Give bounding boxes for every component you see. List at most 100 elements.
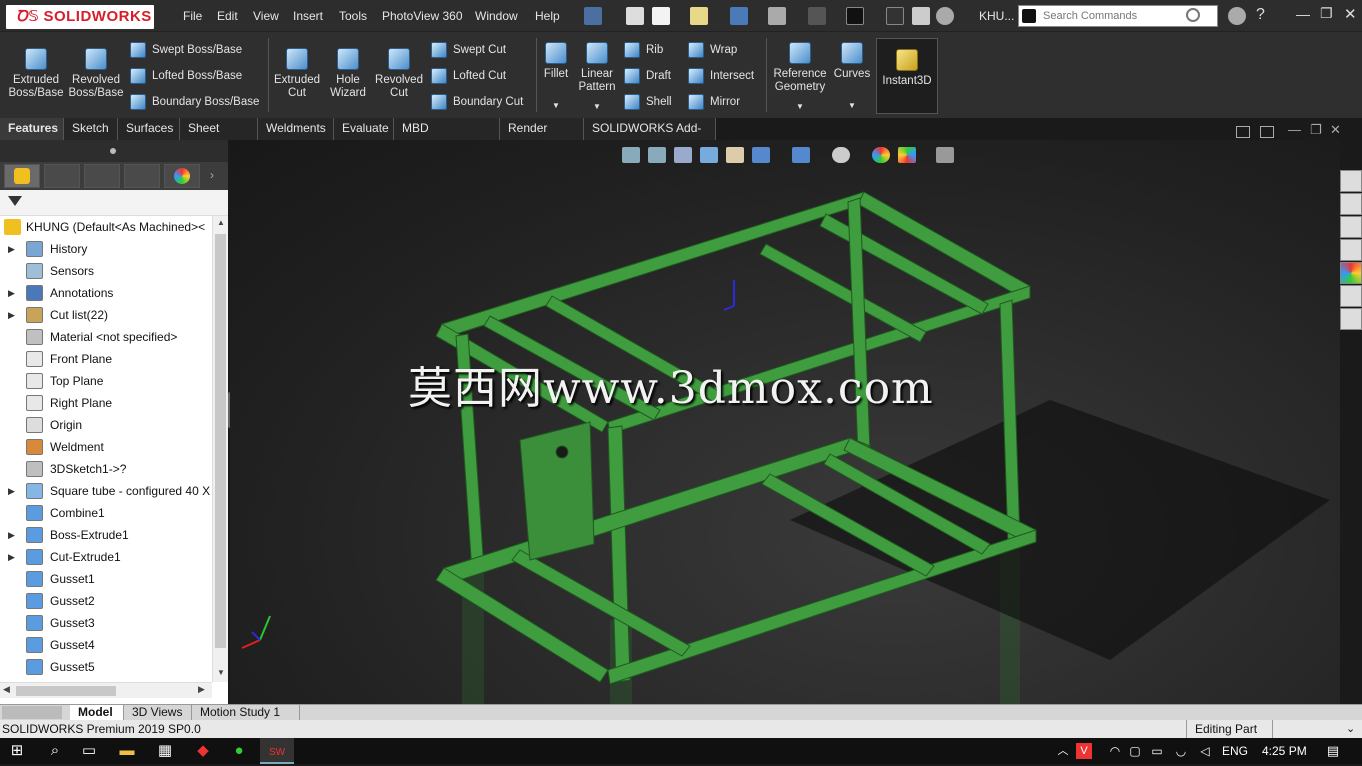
windows-start-icon[interactable]: ⊞ bbox=[0, 738, 34, 764]
graphics-viewport[interactable]: — ❐ ✕ bbox=[230, 122, 1341, 704]
scroll-up-icon[interactable]: ▲ bbox=[217, 218, 225, 227]
boundary-cut-button[interactable]: Boundary Cut bbox=[431, 92, 523, 112]
expand-arrow-icon[interactable]: ▶ bbox=[8, 524, 15, 546]
units-status[interactable] bbox=[1272, 720, 1342, 738]
wrap-button[interactable]: Wrap bbox=[688, 40, 737, 60]
menu-tools[interactable]: Tools bbox=[339, 0, 367, 32]
tree-item[interactable]: Origin bbox=[0, 414, 212, 436]
menu-help[interactable]: Help bbox=[535, 0, 560, 32]
solidworks-logo[interactable]: Ꝺ𝕊 SOLIDWORKS bbox=[6, 5, 154, 29]
scroll-down-icon[interactable]: ▼ bbox=[217, 668, 225, 677]
calculator-taskbar-icon[interactable]: ▦ bbox=[148, 738, 182, 764]
curves-button[interactable]: Curves ▼ bbox=[832, 42, 872, 112]
expand-arrow-icon[interactable]: ▶ bbox=[8, 282, 15, 304]
hole-wizard-button[interactable]: Hole Wizard bbox=[324, 48, 372, 100]
vertical-scroll-thumb[interactable] bbox=[215, 234, 226, 648]
view-orientation-icon[interactable] bbox=[752, 147, 770, 163]
tab-evaluate[interactable]: Evaluate bbox=[334, 118, 394, 140]
lofted-boss-button[interactable]: Lofted Boss/Base bbox=[130, 66, 242, 86]
tree-root[interactable]: KHUNG (Default<As Machined>< bbox=[0, 216, 212, 238]
horizontal-scroll-thumb[interactable] bbox=[16, 686, 116, 696]
panel-grip-icon[interactable] bbox=[110, 148, 116, 154]
solidworks-forum-icon[interactable] bbox=[1340, 308, 1362, 330]
tab-scroll-arrows-icon[interactable] bbox=[2, 706, 62, 719]
menu-view[interactable]: View bbox=[253, 0, 279, 32]
tray-app-icon[interactable]: V bbox=[1076, 743, 1092, 759]
scroll-right-icon[interactable]: ▶ bbox=[198, 684, 205, 695]
chrome-taskbar-icon[interactable]: ● bbox=[222, 738, 256, 764]
menu-file[interactable]: File bbox=[183, 0, 202, 32]
property-manager-tab-icon[interactable] bbox=[44, 164, 80, 188]
solidworks-resources-icon[interactable] bbox=[1340, 170, 1362, 192]
swept-cut-button[interactable]: Swept Cut bbox=[431, 40, 506, 60]
tree-item[interactable]: ▶ Cut list(22) bbox=[0, 304, 212, 326]
tree-item[interactable]: Material <not specified> bbox=[0, 326, 212, 348]
tab-render-tools[interactable]: Render Tools bbox=[500, 118, 584, 156]
shell-button[interactable]: Shell bbox=[624, 92, 672, 112]
tree-vertical-scrollbar[interactable]: ▲ ▼ bbox=[212, 216, 228, 682]
tree-item[interactable]: Gusset2 bbox=[0, 590, 212, 612]
menu-window[interactable]: Window bbox=[475, 0, 518, 32]
tree-item[interactable]: Combine1 bbox=[0, 502, 212, 524]
tab-3d-views[interactable]: 3D Views bbox=[124, 705, 192, 721]
lofted-cut-button[interactable]: Lofted Cut bbox=[431, 66, 506, 86]
select-cursor-icon[interactable] bbox=[846, 7, 864, 25]
menu-photoview[interactable]: PhotoView 360 bbox=[382, 0, 463, 32]
save-icon[interactable] bbox=[730, 7, 748, 25]
close-icon[interactable]: ✕ bbox=[1344, 5, 1357, 23]
menu-edit[interactable]: Edit bbox=[217, 0, 238, 32]
zoom-to-area-icon[interactable] bbox=[648, 147, 666, 163]
tree-item[interactable]: ▶ Square tube - configured 40 X 4 bbox=[0, 480, 212, 502]
tree-item[interactable]: ▶ History bbox=[0, 238, 212, 260]
zoom-to-fit-icon[interactable] bbox=[622, 147, 640, 163]
linear-pattern-button[interactable]: Linear Pattern ▼ bbox=[576, 42, 618, 113]
tree-item[interactable]: Top Plane bbox=[0, 370, 212, 392]
tab-motion-study[interactable]: Motion Study 1 bbox=[192, 705, 300, 721]
tree-item[interactable]: ▶ Annotations bbox=[0, 282, 212, 304]
boundary-boss-button[interactable]: Boundary Boss/Base bbox=[130, 92, 259, 112]
dynamic-annotation-icon[interactable] bbox=[726, 147, 744, 163]
gear-icon[interactable] bbox=[936, 7, 954, 25]
instant3d-button[interactable]: Instant3D bbox=[876, 38, 938, 114]
tree-item[interactable]: Right Plane bbox=[0, 392, 212, 414]
file-properties-icon[interactable] bbox=[912, 7, 930, 25]
clock[interactable]: 4:25 PM bbox=[1262, 744, 1307, 758]
tree-item[interactable]: Weldment bbox=[0, 436, 212, 458]
fillet-dropdown-icon[interactable]: ▼ bbox=[538, 99, 574, 112]
pin-icon[interactable] bbox=[584, 7, 602, 25]
open-icon[interactable] bbox=[690, 7, 708, 25]
status-customize-icon[interactable]: ⌄ bbox=[1346, 720, 1355, 738]
search-magnifier-icon[interactable] bbox=[1186, 8, 1200, 22]
section-view-icon[interactable] bbox=[700, 147, 718, 163]
show-hidden-icons-icon[interactable]: ︿ bbox=[1046, 738, 1080, 764]
tree-horizontal-scrollbar[interactable]: ◀ ▶ bbox=[0, 682, 212, 698]
extruded-cut-button[interactable]: Extruded Cut bbox=[270, 48, 324, 100]
filter-icon[interactable] bbox=[8, 196, 22, 206]
tab-features[interactable]: Features bbox=[0, 118, 64, 140]
help-icon[interactable]: ? bbox=[1256, 6, 1265, 24]
rib-button[interactable]: Rib bbox=[624, 40, 663, 60]
swept-boss-button[interactable]: Swept Boss/Base bbox=[130, 40, 242, 60]
chevron-right-icon[interactable]: › bbox=[210, 168, 214, 182]
edit-appearance-icon[interactable] bbox=[872, 147, 890, 163]
revolved-boss-button[interactable]: Revolved Boss/Base bbox=[66, 48, 126, 100]
expand-arrow-icon[interactable]: ▶ bbox=[8, 304, 15, 326]
tree-item[interactable]: Gusset1 bbox=[0, 568, 212, 590]
apply-scene-icon[interactable] bbox=[898, 147, 916, 163]
view-palette-icon[interactable] bbox=[1340, 239, 1362, 261]
viewport-tile-icon[interactable] bbox=[1260, 126, 1274, 138]
appearances-scenes-icon[interactable] bbox=[1340, 262, 1362, 284]
viewport-minimize-icon[interactable]: — bbox=[1288, 122, 1301, 137]
dimxpert-tab-icon[interactable] bbox=[124, 164, 160, 188]
viewport-close-icon[interactable]: ✕ bbox=[1330, 122, 1341, 138]
intersect-button[interactable]: Intersect bbox=[688, 66, 754, 86]
restore-icon[interactable]: ❐ bbox=[1320, 5, 1333, 22]
tab-solidworks-addins[interactable]: SOLIDWORKS Add-Ins bbox=[584, 118, 716, 156]
custom-properties-icon[interactable] bbox=[1340, 285, 1362, 307]
tree-item[interactable]: Gusset5 bbox=[0, 656, 212, 678]
design-library-icon[interactable] bbox=[1340, 193, 1362, 215]
draft-button[interactable]: Draft bbox=[624, 66, 671, 86]
app-taskbar-icon[interactable]: ◆ bbox=[186, 738, 220, 764]
expand-arrow-icon[interactable]: ▶ bbox=[8, 238, 15, 260]
linear-pattern-dropdown-icon[interactable]: ▼ bbox=[576, 100, 618, 113]
